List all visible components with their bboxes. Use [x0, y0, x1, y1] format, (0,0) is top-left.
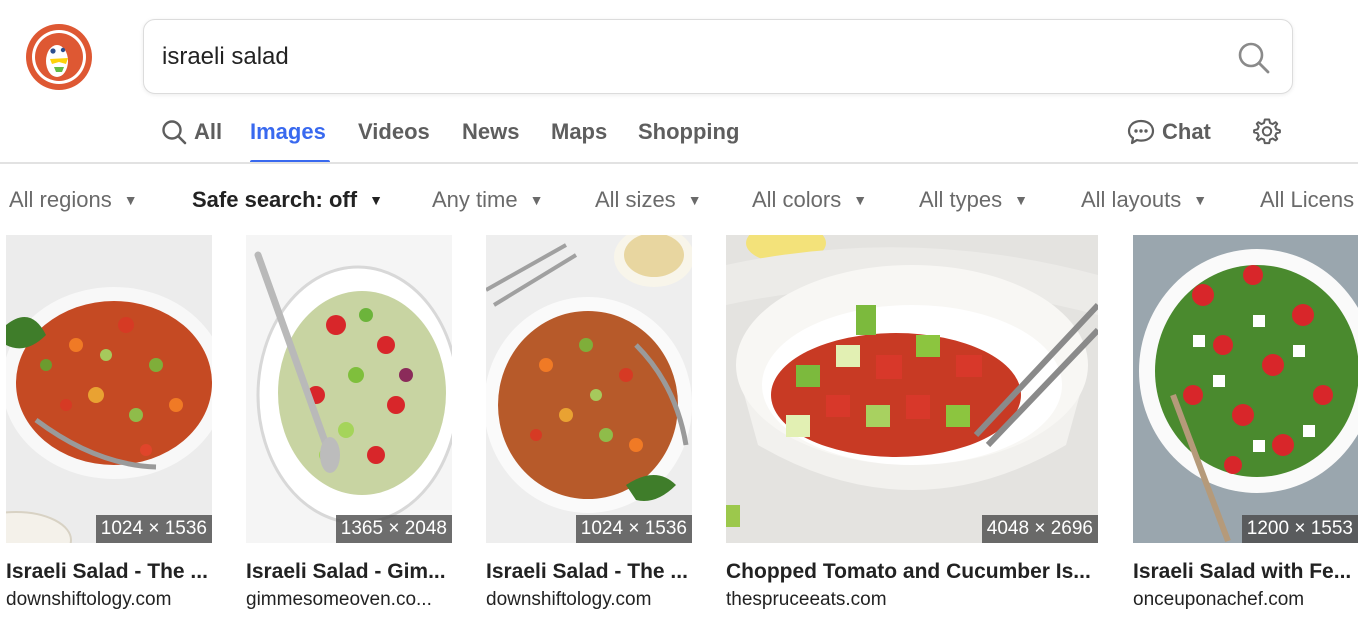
filter-regions[interactable]: All regions ▼ [9, 180, 138, 220]
caret-down-icon: ▼ [687, 192, 702, 208]
result-source[interactable]: gimmesomeoven.co... [246, 589, 452, 611]
filter-licenses-label: All Licens [1260, 187, 1355, 212]
tab-maps[interactable]: Maps [551, 108, 607, 156]
tab-news[interactable]: News [462, 108, 519, 156]
result-thumbnail[interactable]: 1200 × 1553 [1133, 235, 1358, 543]
image-dimensions: 1200 × 1553 [1241, 515, 1358, 543]
image-dimensions: 1365 × 2048 [335, 515, 452, 543]
caret-down-icon: ▼ [529, 192, 544, 208]
filter-layouts[interactable]: All layouts ▼ [1081, 180, 1207, 220]
chat-icon [1127, 119, 1155, 145]
filter-colors-label: All colors [752, 187, 842, 212]
settings-button[interactable] [1252, 108, 1282, 156]
filter-sizes-label: All sizes [595, 187, 676, 212]
search-icon [162, 120, 187, 145]
search-button[interactable] [1234, 38, 1274, 78]
tab-all[interactable]: All [160, 108, 222, 156]
filter-time-label: Any time [432, 187, 518, 212]
chat-label: Chat [1162, 119, 1211, 144]
chat-button[interactable]: Chat [1126, 108, 1211, 156]
gear-icon [1253, 118, 1281, 145]
result-thumbnail[interactable]: 4048 × 2696 [726, 235, 1098, 543]
tabs-divider [0, 162, 1358, 164]
tab-shopping[interactable]: Shopping [638, 108, 739, 156]
filter-colors[interactable]: All colors ▼ [752, 180, 867, 220]
image-dimensions: 1024 × 1536 [575, 515, 692, 543]
result-source[interactable]: onceuponachef.com [1133, 589, 1358, 611]
filter-types[interactable]: All types ▼ [919, 180, 1028, 220]
tab-shopping-label: Shopping [638, 119, 740, 144]
result-title[interactable]: Israeli Salad - The ... [6, 560, 212, 584]
result-source[interactable]: thespruceeats.com [726, 589, 1098, 611]
result-source[interactable]: downshiftology.com [6, 589, 212, 611]
search-icon [1238, 42, 1270, 74]
filter-safe-search[interactable]: Safe search: off ▼ [192, 180, 383, 220]
search-tabs: All Images Videos News Maps Shopping Cha… [0, 108, 1358, 164]
tab-maps-label: Maps [551, 119, 608, 144]
image-dimensions: 1024 × 1536 [95, 515, 212, 543]
caret-down-icon: ▼ [1014, 192, 1029, 208]
result-title[interactable]: Israeli Salad - Gim... [246, 560, 452, 584]
filter-bar: All regions ▼ Safe search: off ▼ Any time ▼… [0, 180, 1358, 220]
image-dimensions: 4048 × 2696 [981, 515, 1098, 543]
result-title[interactable]: Israeli Salad - The ... [486, 560, 692, 584]
result-title[interactable]: Israeli Salad with Fe... [1133, 560, 1358, 584]
caret-down-icon: ▼ [369, 192, 383, 208]
tab-images-label: Images [250, 119, 326, 144]
caret-down-icon: ▼ [1193, 192, 1208, 208]
filter-time[interactable]: Any time ▼ [432, 180, 543, 220]
tab-all-label: All [194, 119, 223, 144]
caret-down-icon: ▼ [853, 192, 868, 208]
result-thumbnail[interactable]: 1024 × 1536 [6, 235, 212, 543]
duckduckgo-logo[interactable] [24, 23, 94, 91]
filter-regions-label: All regions [9, 187, 112, 212]
tab-news-label: News [462, 119, 520, 144]
caret-down-icon: ▼ [123, 192, 138, 208]
search-input[interactable] [162, 38, 1162, 76]
result-source[interactable]: downshiftology.com [486, 589, 692, 611]
filter-types-label: All types [919, 187, 1003, 212]
result-thumbnail[interactable]: 1024 × 1536 [486, 235, 692, 543]
search-box [143, 19, 1293, 94]
filter-sizes[interactable]: All sizes ▼ [595, 180, 702, 220]
tab-images[interactable]: Images [250, 108, 326, 156]
result-thumbnail[interactable]: 1365 × 2048 [246, 235, 452, 543]
tab-videos-label: Videos [358, 119, 430, 144]
filter-licenses[interactable]: All Licens [1260, 180, 1354, 220]
tab-videos[interactable]: Videos [358, 108, 430, 156]
filter-safe-search-label: Safe search: off [192, 187, 358, 212]
result-title[interactable]: Chopped Tomato and Cucumber Is... [726, 560, 1098, 584]
filter-layouts-label: All layouts [1081, 187, 1182, 212]
